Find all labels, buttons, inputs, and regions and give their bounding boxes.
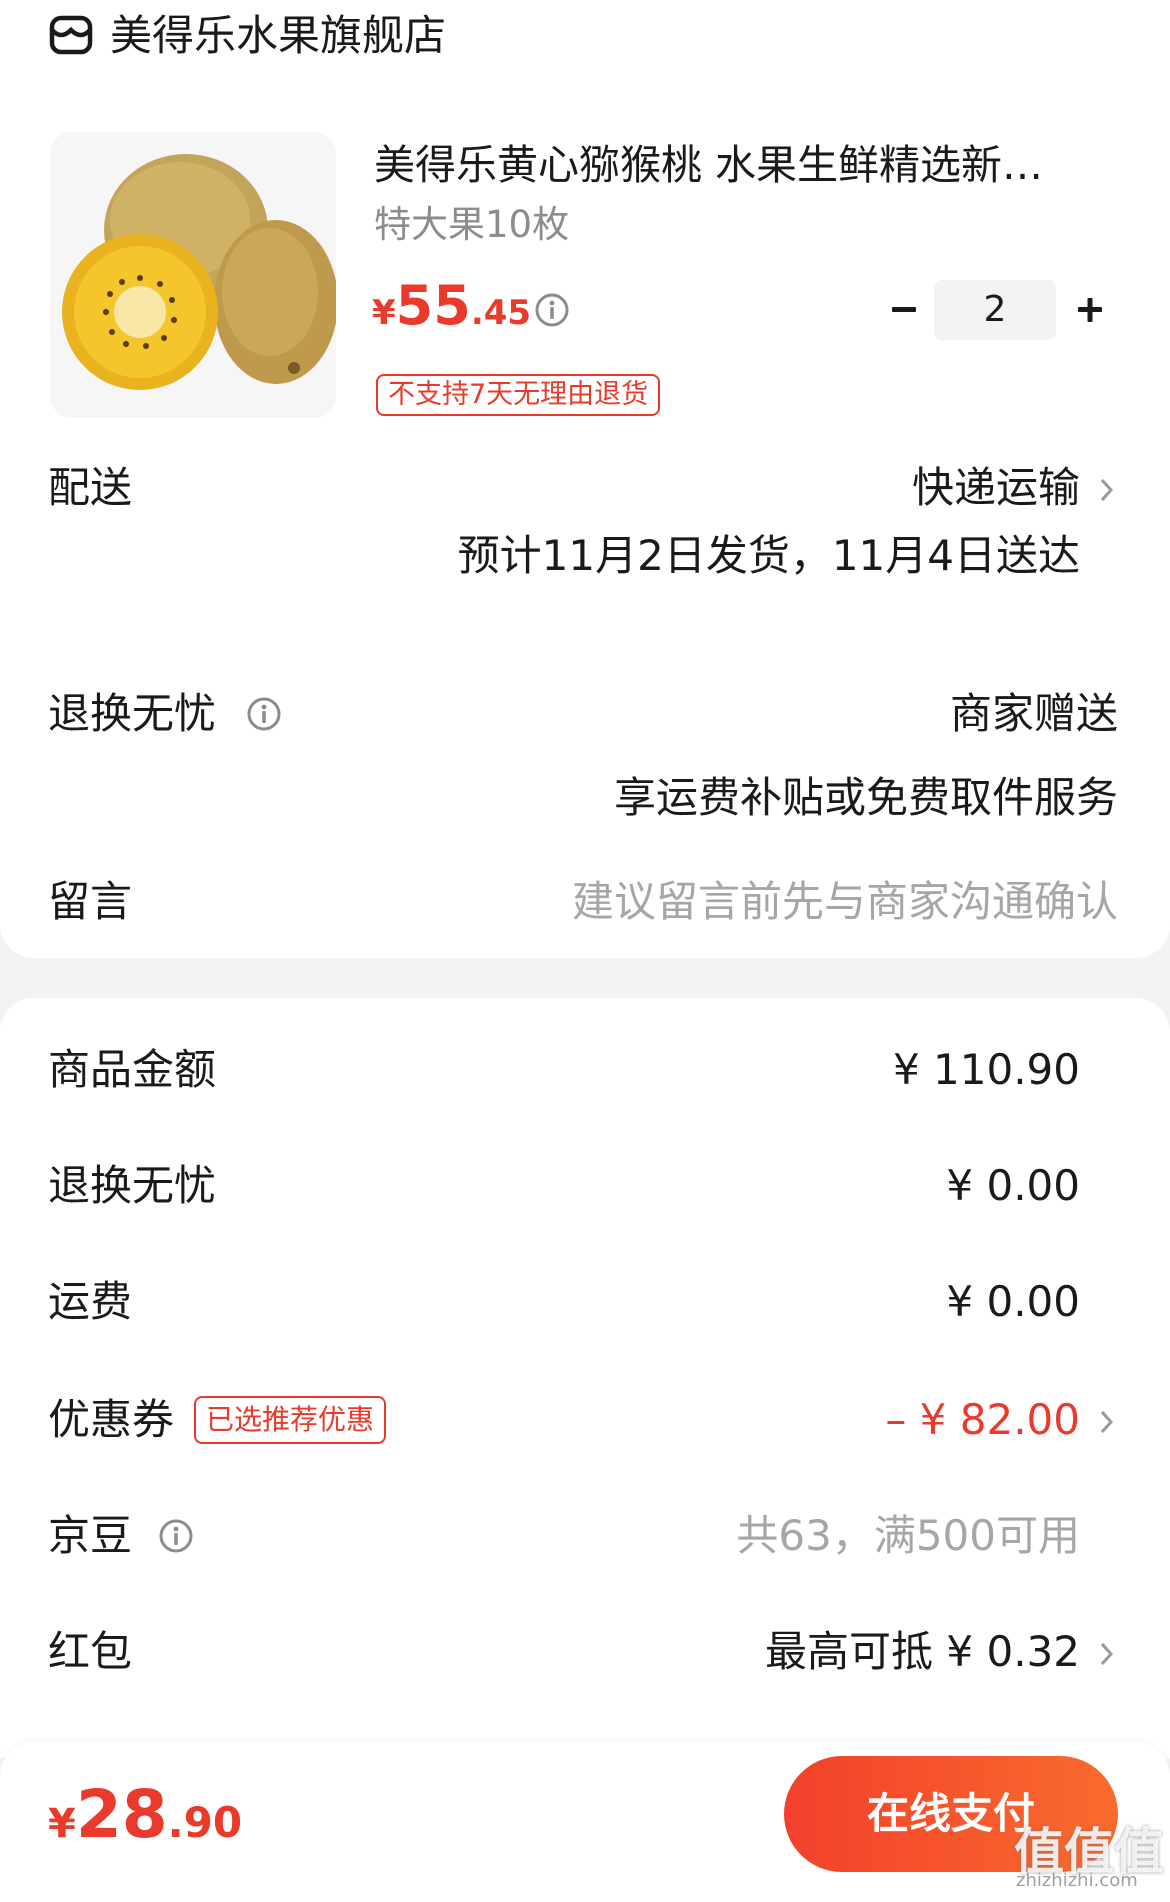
total-decimal: .90 xyxy=(167,1798,243,1847)
summary-label: 商品金额 xyxy=(48,1045,217,1094)
price-summary-card: 商品金额 ¥ 110.90 退换无忧 ¥ 0.00 运费 ¥ 0.00 优惠券 … xyxy=(0,998,1170,1758)
quantity-input[interactable]: 2 xyxy=(934,280,1056,340)
worry-free-value: 商家赠送 xyxy=(949,689,1118,738)
delivery-label: 配送 xyxy=(48,463,133,512)
delivery-method[interactable]: 快递运输 xyxy=(912,460,1080,516)
red-packet-label: 红包 xyxy=(48,1627,133,1676)
increase-quantity-button[interactable] xyxy=(1070,286,1110,334)
delivery-estimate: 预计11月2日发货，11月4日送达 xyxy=(457,531,1080,580)
product-spec: 特大果10枚 xyxy=(374,203,570,246)
coupon-label: 优惠券 xyxy=(48,1395,175,1444)
store-name[interactable]: 美得乐水果旗舰店 xyxy=(110,8,446,64)
total-symbol: ¥ xyxy=(48,1801,76,1847)
store-icon xyxy=(48,12,94,58)
message-label: 留言 xyxy=(48,877,133,926)
info-icon[interactable] xyxy=(534,292,570,328)
decrease-quantity-button[interactable] xyxy=(884,286,924,334)
product-price: ¥55.45 xyxy=(372,274,531,337)
message-input[interactable]: 建议留言前先与商家沟通确认 xyxy=(572,874,1118,930)
info-icon[interactable] xyxy=(158,1518,194,1554)
summary-label: 运费 xyxy=(48,1277,133,1326)
worry-free-label: 退换无忧 xyxy=(48,689,217,738)
coupon-selected-tag: 已选推荐优惠 xyxy=(194,1396,387,1444)
summary-label: 退换无忧 xyxy=(48,1161,217,1210)
watermark-url: zhizhizhi.com xyxy=(1016,1870,1138,1891)
price-symbol: ¥ xyxy=(372,293,396,333)
total-integer: 28 xyxy=(75,1776,168,1853)
chevron-right-icon[interactable] xyxy=(1098,474,1116,506)
total-price: ¥28.90 xyxy=(48,1776,242,1853)
price-integer: 55 xyxy=(395,274,471,337)
jd-beans-label: 京豆 xyxy=(48,1511,133,1560)
summary-value: ¥ 110.90 xyxy=(892,1045,1080,1094)
chevron-right-icon[interactable] xyxy=(1098,1638,1116,1670)
red-packet-value[interactable]: 最高可抵 ¥ 0.32 xyxy=(765,1624,1080,1680)
return-policy-tag: 不支持7天无理由退货 xyxy=(376,374,661,416)
chevron-right-icon[interactable] xyxy=(1098,1406,1116,1438)
summary-value: ¥ 0.00 xyxy=(946,1161,1080,1210)
price-decimal: .45 xyxy=(470,293,532,333)
coupon-value[interactable]: – ¥ 82.00 xyxy=(885,1392,1080,1448)
order-card: 美得乐水果旗舰店 美得乐黄心猕猴桃 水果生鲜精选新… 特大果10枚 ¥55.45 xyxy=(0,0,1170,958)
info-icon[interactable] xyxy=(246,696,282,732)
product-image[interactable] xyxy=(50,132,336,418)
summary-value: ¥ 0.00 xyxy=(946,1277,1080,1326)
product-title[interactable]: 美得乐黄心猕猴桃 水果生鲜精选新… xyxy=(374,138,1094,192)
worry-free-desc: 享运费补贴或免费取件服务 xyxy=(613,773,1118,822)
jd-beans-value: 共63，满500可用 xyxy=(736,1511,1080,1560)
